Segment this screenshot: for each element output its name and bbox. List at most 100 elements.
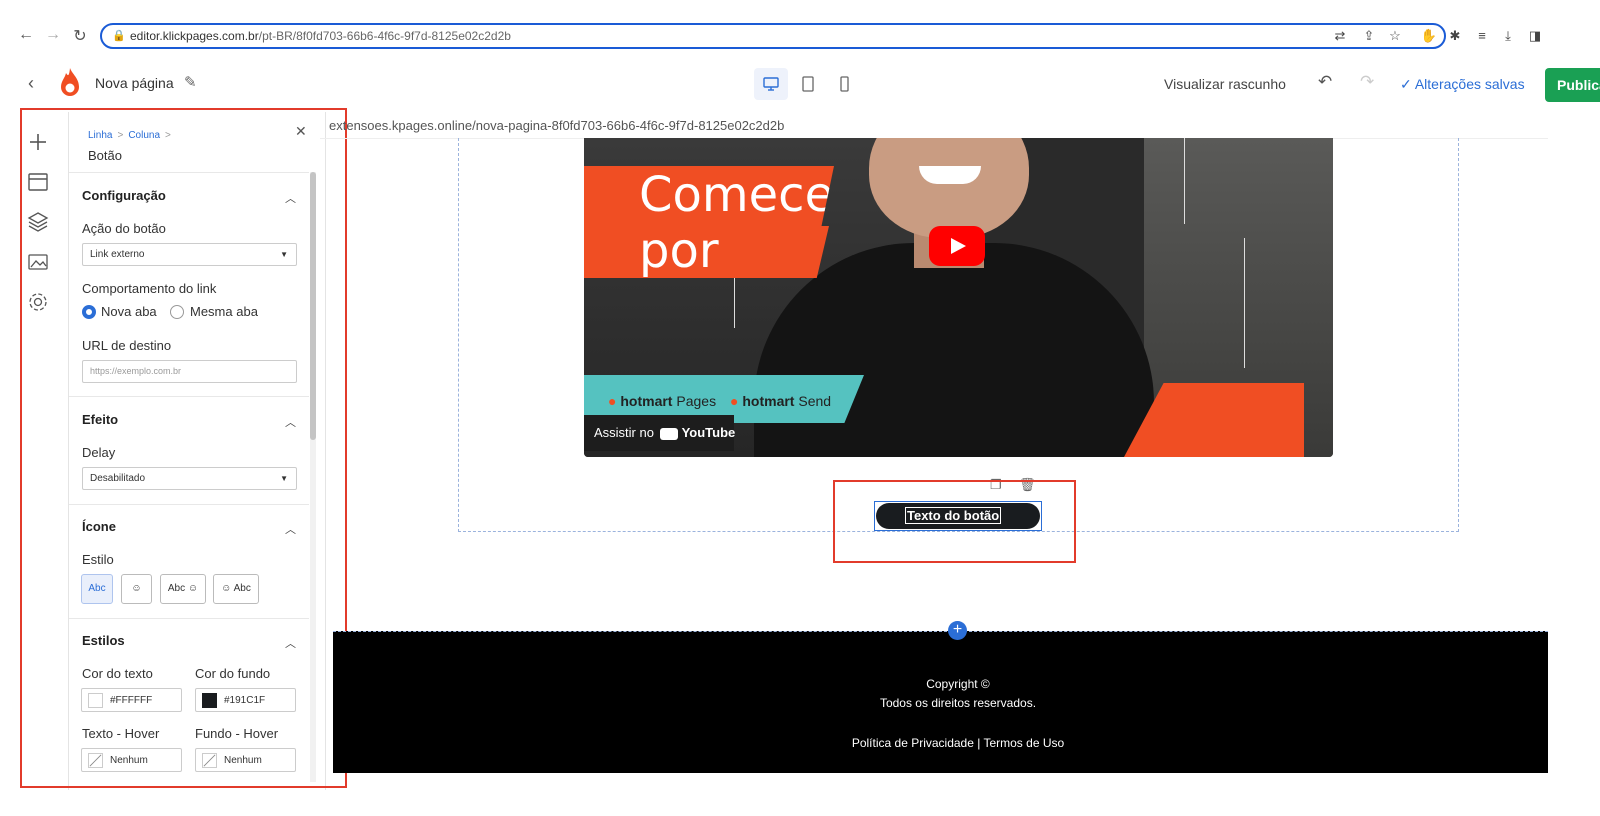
flame-icon: ● [608,393,617,409]
url-host: editor.klickpages.com.br [130,29,259,43]
action-label: Ação do botão [82,221,166,236]
hotmart-flame-logo [61,68,79,96]
footer-links[interactable]: Política de Privacidade | Termos de Uso [333,736,1583,750]
desktop-view-button[interactable] [754,68,788,100]
behavior-label: Comportamento do link [82,281,217,296]
sections-icon[interactable] [26,170,50,194]
breadcrumb-column[interactable]: Coluna [128,130,160,141]
publish-button[interactable]: Publicar [1545,68,1600,102]
text-hover-field[interactable]: Nenhum [81,748,182,772]
layers-icon[interactable] [26,210,50,234]
button-settings-panel: Linha > Coluna > Botão ✕ Configuração ︿ Açã… [68,112,326,790]
brand-bold: hotmart [620,393,673,409]
chevron-up-icon[interactable]: ︿ [285,521,296,537]
action-select[interactable]: Link externo ▼ [82,243,297,266]
section-title-styles[interactable]: Estilos [82,633,125,648]
forward-arrow-icon[interactable]: → [43,26,63,44]
icon-style-text-icon[interactable]: Abc ☺ [160,574,206,604]
side-panel-icon[interactable]: ◨ [1526,28,1544,44]
chevron-up-icon[interactable]: ︿ [285,635,296,651]
breadcrumb-separator: > [165,130,171,141]
decor-line [1184,138,1185,224]
pencil-icon[interactable]: ✎ [184,73,197,91]
delay-select[interactable]: Desabilitado ▼ [82,467,297,490]
bg-color-field[interactable]: #191C1F [195,688,296,712]
published-url: extensoes.kpages.online/nova-pagina-8f0f… [329,118,785,133]
radio-new-tab-label: Nova aba [101,304,157,319]
divider [69,172,309,173]
address-bar[interactable]: 🔒 editor.klickpages.com.br/pt-BR/8f0fd70… [100,23,1446,49]
mobile-view-button[interactable] [827,68,861,100]
watch-on-label: Assistir no [594,425,654,440]
image-gallery-icon[interactable] [26,250,50,274]
radio-new-tab[interactable] [82,305,96,319]
youtube-video-embed[interactable]: Comece por aqui ● hotmart Pages ● hotmar… [584,138,1333,457]
bg-color-value: #191C1F [224,695,266,706]
reload-icon[interactable]: ↻ [70,26,90,46]
radio-same-tab[interactable] [170,305,184,319]
section-title-effect[interactable]: Efeito [82,412,118,427]
share-icon[interactable]: ⇪ [1360,28,1378,44]
editor-header: ‹ Nova página ✎ Visualizar rascunho ↶ ↷ … [0,56,1600,108]
bg-hover-field[interactable]: Nenhum [195,748,296,772]
color-swatch [202,693,217,708]
chevron-up-icon[interactable]: ︿ [285,414,296,430]
tablet-icon [802,76,814,92]
text-hover-label: Texto - Hover [82,726,160,741]
brand-light: Pages [676,393,717,409]
lock-icon: 🔒 [112,30,126,42]
delay-select-value: Desabilitado [90,473,146,484]
chevron-up-icon[interactable]: ︿ [285,190,296,206]
saved-status: ✓ Alterações salvas [1400,76,1525,92]
brand-light: Send [798,393,832,409]
page-footer[interactable]: Copyright © Todos os direitos reservados… [333,631,1548,773]
url-path: /pt-BR/8f0fd703-66b6-4f6c-9f7d-8125e02c2… [258,29,511,43]
text-color-field[interactable]: #FFFFFF [81,688,182,712]
icon-style-icon-only[interactable]: ☺ [121,574,152,604]
icon-style-icon-text[interactable]: ☺ Abc [213,574,259,604]
breadcrumb: Linha > Coluna > [88,130,176,141]
video-headline-2: por aqui [584,226,829,278]
section-title-config[interactable]: Configuração [82,188,166,203]
add-element-icon[interactable] [26,130,50,154]
breadcrumb-row[interactable]: Linha [88,130,112,141]
translate-icon[interactable]: ⇄ [1331,28,1349,44]
download-icon[interactable]: ⤓ [1499,28,1517,44]
youtube-play-icon[interactable] [929,226,985,266]
radio-same-tab-label: Mesma aba [190,304,258,319]
no-color-icon [88,753,103,768]
tablet-view-button[interactable] [791,68,825,100]
bg-color-label: Cor do fundo [195,666,271,681]
presenter-figure [919,166,981,184]
back-chevron-icon[interactable]: ‹ [28,73,34,94]
flame-icon: ● [730,393,739,409]
panel-title: Botão [88,148,122,163]
add-section-button[interactable]: + [948,621,967,640]
no-color-icon [202,753,217,768]
url-input[interactable]: https://exemplo.com.br [82,360,297,383]
extension-hand-icon[interactable]: ✋ [1420,28,1438,44]
url-label: URL de destino [82,338,172,353]
icon-style-text-only[interactable]: Abc [81,574,113,604]
bookmark-star-icon[interactable]: ☆ [1386,28,1404,44]
redo-icon[interactable]: ↷ [1360,72,1374,92]
scrollbar-thumb[interactable] [310,172,316,440]
color-swatch [88,693,103,708]
undo-icon[interactable]: ↶ [1318,72,1332,92]
watch-on-youtube-bar[interactable]: Assistir no YouTube [584,415,736,451]
breadcrumb-separator: > [117,130,124,141]
browser-toolbar: ← → ↻ 🔒 editor.klickpages.com.br/pt-BR/8… [0,0,1600,54]
text-color-label: Cor do texto [82,666,153,681]
close-icon[interactable]: ✕ [295,123,307,140]
extensions-puzzle-icon[interactable]: ✱ [1446,28,1464,44]
delay-label: Delay [82,445,116,460]
preview-draft-link[interactable]: Visualizar rascunho [1164,76,1286,92]
footer-copyright: Copyright © [926,677,990,691]
action-select-value: Link externo [90,249,145,260]
section-title-icon[interactable]: Ícone [82,519,116,534]
back-arrow-icon[interactable]: ← [16,26,36,44]
bg-hover-value: Nenhum [224,755,262,766]
reading-list-icon[interactable]: ≡ [1473,28,1491,43]
youtube-wordmark: YouTube [681,425,736,440]
settings-gear-icon[interactable] [26,290,50,314]
